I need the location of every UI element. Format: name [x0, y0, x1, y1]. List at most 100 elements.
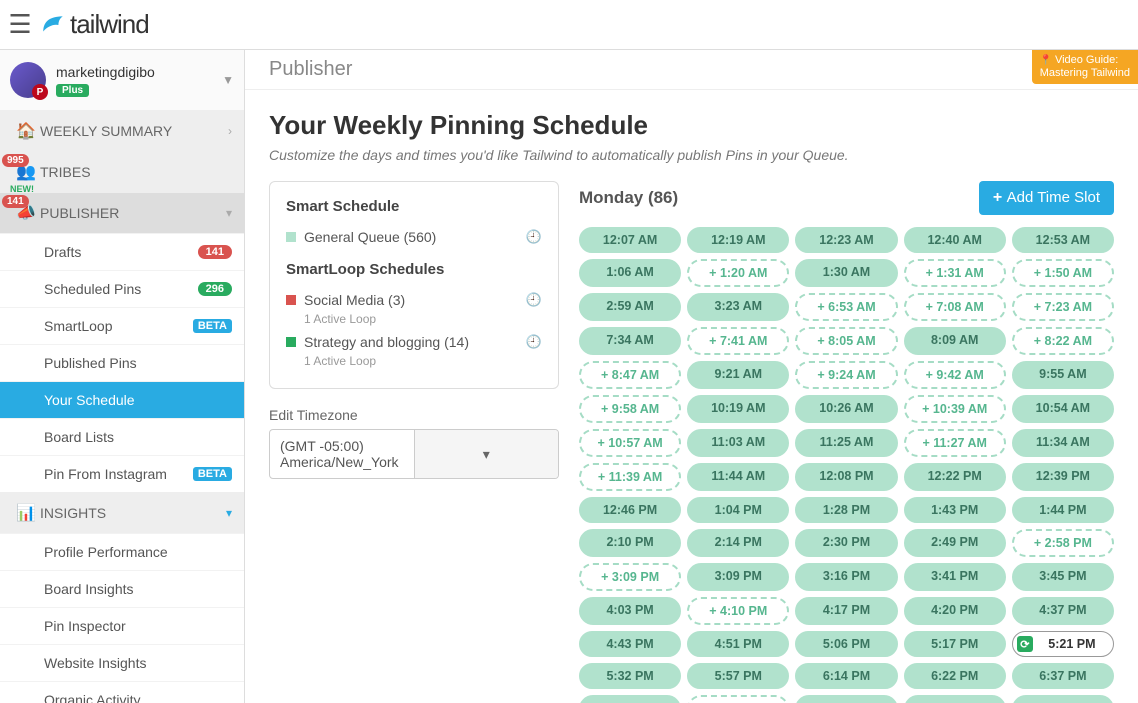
time-slot[interactable]: 12:19 AM — [687, 227, 789, 253]
nav-scheduled-pins[interactable]: Scheduled Pins296 — [0, 270, 244, 307]
time-slot[interactable]: 4:37 PM — [1012, 597, 1114, 625]
time-slot[interactable]: 1:30 AM — [795, 259, 897, 287]
time-slot[interactable]: 11:27 AM — [904, 429, 1006, 457]
time-slot[interactable]: 3:09 PM — [687, 563, 789, 591]
time-slot[interactable]: 1:28 PM — [795, 497, 897, 523]
time-slot[interactable]: 9:42 AM — [904, 361, 1006, 389]
nav-pin-inspector[interactable]: Pin Inspector — [0, 607, 244, 644]
time-slot[interactable]: 10:57 AM — [579, 429, 681, 457]
time-slot[interactable]: 3:23 AM — [687, 293, 789, 321]
time-slot[interactable]: 12:23 AM — [795, 227, 897, 253]
clock-icon[interactable]: 🕘 — [526, 334, 542, 350]
clock-icon[interactable]: 🕘 — [526, 229, 542, 245]
time-slot[interactable]: 11:03 AM — [687, 429, 789, 457]
time-slot[interactable]: 2:58 PM — [1012, 529, 1114, 557]
time-slot[interactable]: 8:47 AM — [579, 361, 681, 389]
time-slot[interactable]: 6:22 PM — [904, 663, 1006, 689]
time-slot[interactable]: 12:40 AM — [904, 227, 1006, 253]
time-slot[interactable]: 4:20 PM — [904, 597, 1006, 625]
time-slot[interactable]: 4:17 PM — [795, 597, 897, 625]
time-slot[interactable]: 4:10 PM — [687, 597, 789, 625]
time-slot[interactable]: 11:39 AM — [579, 463, 681, 491]
time-slot[interactable]: 1:50 AM — [1012, 259, 1114, 287]
nav-organic-activity[interactable]: Organic Activity — [0, 681, 244, 703]
time-slot[interactable]: 3:41 PM — [904, 563, 1006, 591]
time-slot[interactable]: 8:22 AM — [1012, 327, 1114, 355]
time-slot[interactable]: 9:24 AM — [795, 361, 897, 389]
nav-tribes[interactable]: 995 👥TRIBES NEW! — [0, 151, 244, 192]
time-slot[interactable]: 5:06 PM — [795, 631, 897, 657]
time-slot[interactable]: 5:17 PM — [904, 631, 1006, 657]
time-slot[interactable]: 1:44 PM — [1012, 497, 1114, 523]
time-slot[interactable]: 12:08 PM — [795, 463, 897, 491]
time-slot[interactable]: 12:22 PM — [904, 463, 1006, 491]
video-guide-button[interactable]: Video Guide:Mastering Tailwind — [1032, 50, 1138, 84]
time-slot[interactable]: 7:11 PM — [904, 695, 1006, 703]
time-slot[interactable]: 7:34 PM — [1012, 695, 1114, 703]
time-slot[interactable]: 2:49 PM — [904, 529, 1006, 557]
queue-general[interactable]: General Queue (560)🕘 — [286, 225, 542, 249]
time-slot[interactable]: 3:16 PM — [795, 563, 897, 591]
nav-published-pins[interactable]: Published Pins — [0, 344, 244, 381]
timezone-select[interactable]: (GMT -05:00) America/New_York▾ — [269, 429, 559, 479]
menu-icon[interactable]: ☰ — [0, 9, 40, 40]
nav-insights[interactable]: 📊INSIGHTS▾ — [0, 492, 244, 533]
time-slot[interactable]: 10:54 AM — [1012, 395, 1114, 423]
time-slot[interactable]: 5:57 PM — [687, 663, 789, 689]
time-slot[interactable]: 2:30 PM — [795, 529, 897, 557]
time-slot[interactable]: 3:45 PM — [1012, 563, 1114, 591]
time-slot[interactable]: 7:06 PM — [795, 695, 897, 703]
time-slot[interactable]: 12:46 PM — [579, 497, 681, 523]
nav-profile-performance[interactable]: Profile Performance — [0, 533, 244, 570]
time-slot[interactable]: 9:21 AM — [687, 361, 789, 389]
time-slot[interactable]: 7:41 AM — [687, 327, 789, 355]
time-slot[interactable]: 6:37 PM — [1012, 663, 1114, 689]
nav-your-schedule[interactable]: Your Schedule — [0, 381, 244, 418]
time-slot[interactable]: 8:05 AM — [795, 327, 897, 355]
time-slot[interactable]: 4:43 PM — [579, 631, 681, 657]
time-slot[interactable]: 10:39 AM — [904, 395, 1006, 423]
time-slot[interactable]: 12:39 PM — [1012, 463, 1114, 491]
time-slot[interactable]: 12:53 AM — [1012, 227, 1114, 253]
nav-pin-from-instagram[interactable]: Pin From InstagramBETA — [0, 455, 244, 492]
time-slot[interactable]: 9:58 AM — [579, 395, 681, 423]
time-slot[interactable]: 12:07 AM — [579, 227, 681, 253]
nav-weekly-summary[interactable]: 🏠WEEKLY SUMMARY› — [0, 110, 244, 151]
time-slot[interactable]: 3:09 PM — [579, 563, 681, 591]
time-slot[interactable]: 10:26 AM — [795, 395, 897, 423]
time-slot[interactable]: 1:20 AM — [687, 259, 789, 287]
time-slot[interactable]: 4:51 PM — [687, 631, 789, 657]
time-slot[interactable]: 5:32 PM — [579, 663, 681, 689]
time-slot[interactable]: 2:14 PM — [687, 529, 789, 557]
time-slot[interactable]: 6:14 PM — [795, 663, 897, 689]
time-slot[interactable]: 4:03 PM — [579, 597, 681, 625]
time-slot[interactable]: 7:02 PM — [687, 695, 789, 703]
time-slot[interactable]: 2:59 AM — [579, 293, 681, 321]
time-slot[interactable]: 11:34 AM — [1012, 429, 1114, 457]
time-slot[interactable]: 1:31 AM — [904, 259, 1006, 287]
time-slot[interactable]: 1:43 PM — [904, 497, 1006, 523]
nav-board-lists[interactable]: Board Lists — [0, 418, 244, 455]
time-slot[interactable]: 7:34 AM — [579, 327, 681, 355]
clock-icon[interactable]: 🕘 — [526, 292, 542, 308]
user-menu[interactable]: P marketingdigibo Plus ▼ — [0, 50, 244, 110]
time-slot[interactable]: 7:08 AM — [904, 293, 1006, 321]
time-slot[interactable]: 8:09 AM — [904, 327, 1006, 355]
nav-drafts[interactable]: Drafts141 — [0, 233, 244, 270]
time-slot[interactable]: 11:44 AM — [687, 463, 789, 491]
time-slot[interactable]: 6:48 PM — [579, 695, 681, 703]
time-slot[interactable]: 11:25 AM — [795, 429, 897, 457]
queue-item[interactable]: Social Media (3)🕘 — [286, 288, 542, 312]
time-slot[interactable]: ⟳5:21 PM — [1012, 631, 1114, 657]
logo[interactable]: tailwind — [40, 9, 149, 40]
time-slot[interactable]: 1:04 PM — [687, 497, 789, 523]
nav-board-insights[interactable]: Board Insights — [0, 570, 244, 607]
add-time-slot-button[interactable]: Add Time Slot — [979, 181, 1114, 215]
nav-website-insights[interactable]: Website Insights — [0, 644, 244, 681]
time-slot[interactable]: 6:53 AM — [795, 293, 897, 321]
time-slot[interactable]: 1:06 AM — [579, 259, 681, 287]
time-slot[interactable]: 2:10 PM — [579, 529, 681, 557]
time-slot[interactable]: 10:19 AM — [687, 395, 789, 423]
time-slot[interactable]: 9:55 AM — [1012, 361, 1114, 389]
nav-publisher[interactable]: 141 📣PUBLISHER▾ — [0, 192, 244, 233]
